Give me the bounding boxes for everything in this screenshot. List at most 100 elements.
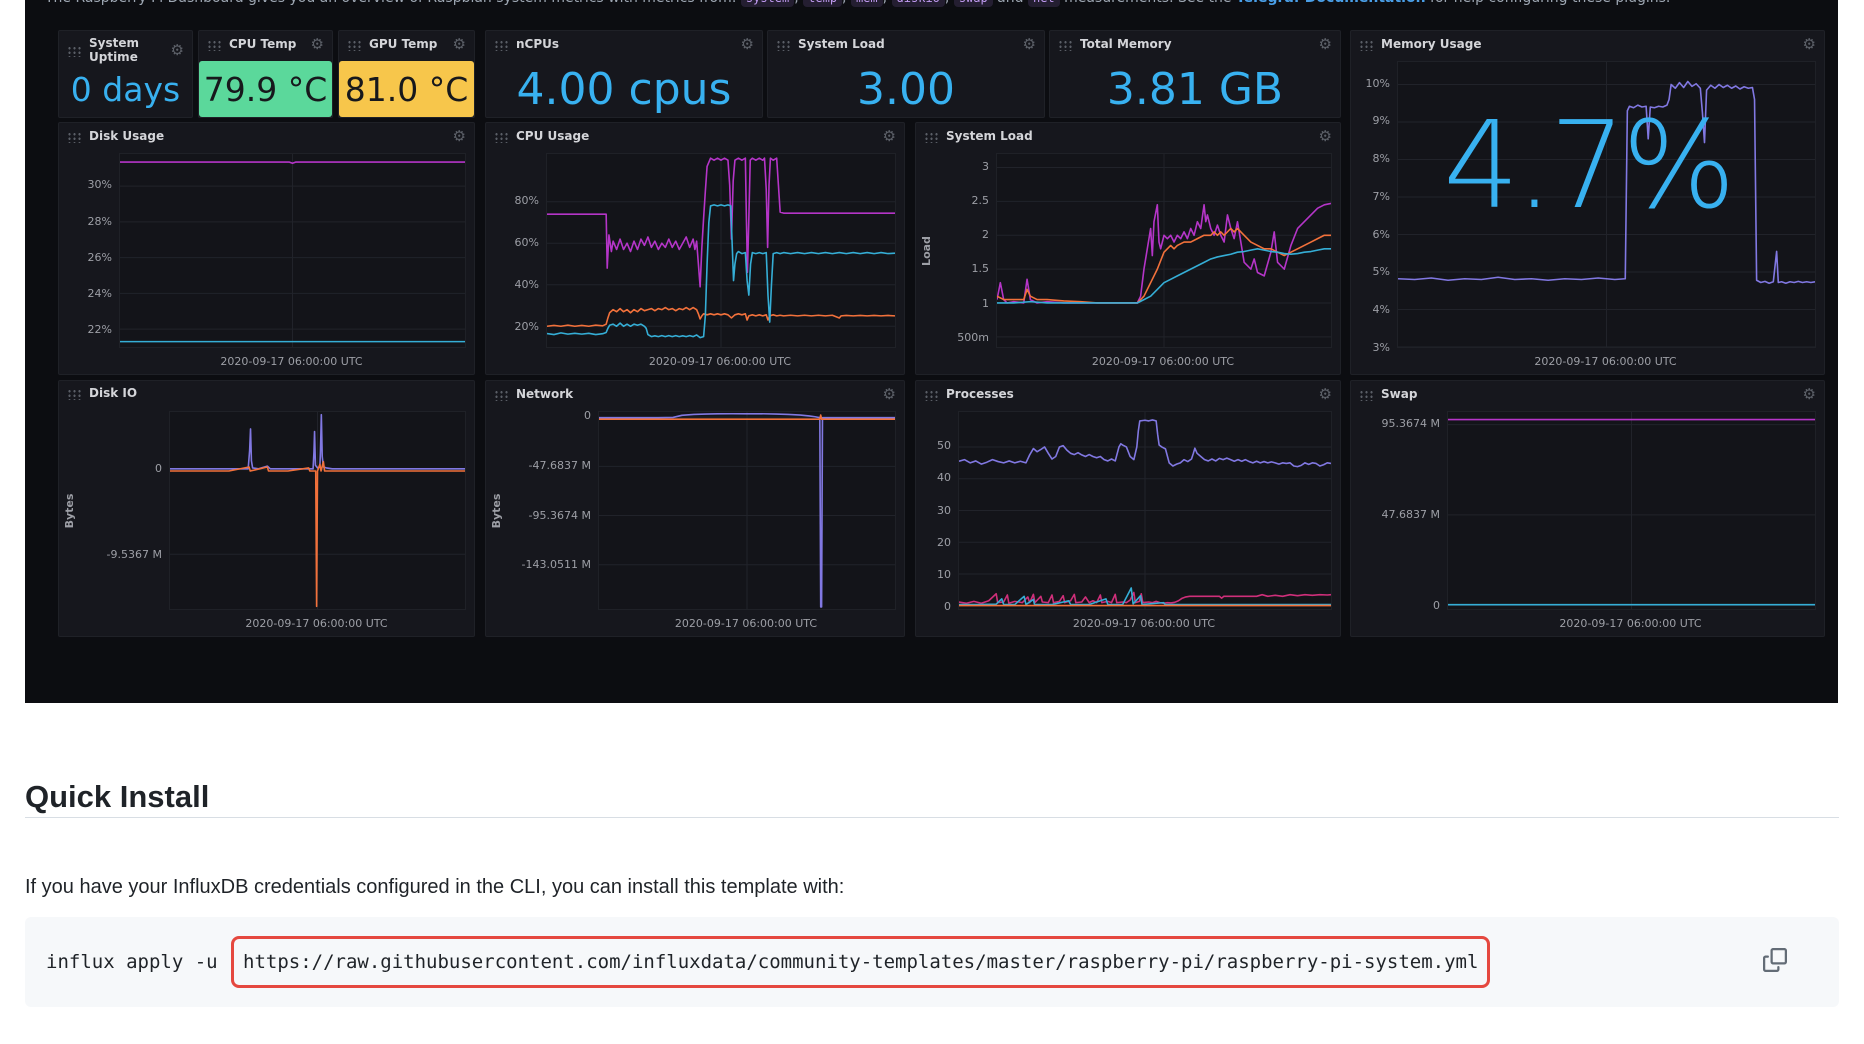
y-axis-tick: 24% (88, 287, 112, 300)
y-axis-label: Load (920, 236, 933, 266)
code-chip: temp (803, 0, 842, 7)
dashboard-screenshot[interactable]: The Raspberry Pi Dashboard gives you an … (25, 0, 1838, 703)
y-axis-tick: -9.5367 M (107, 548, 162, 561)
y-axis-tick: 2.5 (972, 194, 990, 207)
drag-handle-icon (776, 39, 791, 51)
y-axis-tick: -143.0511 M (522, 558, 591, 571)
chart-plot (958, 411, 1332, 610)
panel-processes: Processes ⚙ 50403020100 2020-09-17 06:00… (915, 380, 1341, 637)
stat-value: 79.9 °C (204, 70, 328, 109)
y-axis-tick: 10 (937, 568, 951, 581)
panel-title: Swap (1381, 388, 1417, 402)
y-axis-tick: 50 (937, 439, 951, 452)
panel-title: Memory Usage (1381, 38, 1481, 52)
y-axis-tick: 40% (515, 278, 539, 291)
gear-icon: ⚙ (171, 43, 184, 58)
code-url: https://raw.githubusercontent.com/influx… (243, 951, 1478, 973)
y-axis-tick: 28% (88, 215, 112, 228)
x-axis-date: 2020-09-17 06:00:00 UTC (958, 617, 1330, 630)
drag-handle-icon (67, 388, 82, 400)
stat-value: 3.81 GB (1050, 61, 1340, 117)
panel-system-load-chart: System Load ⚙ 32.521.51500mLoad 2020-09-… (915, 122, 1341, 375)
code-chip: diskio (892, 0, 945, 7)
stat-value: 3.00 (768, 61, 1044, 117)
panel-total-memory: Total Memory ⚙ 3.81 GB (1049, 30, 1341, 118)
gear-icon: ⚙ (1319, 129, 1332, 144)
panel-memory-usage: Memory Usage ⚙ 10%9%8%7%6%5%4%3% 4.7% 20… (1350, 30, 1825, 375)
y-axis-tick: 0 (155, 462, 162, 475)
y-axis-tick: 20% (515, 320, 539, 333)
gear-icon: ⚙ (883, 387, 896, 402)
chart-plot (1397, 61, 1816, 348)
panel-system-uptime: System Uptime ⚙ 0 days (58, 30, 193, 118)
drag-handle-icon (494, 131, 509, 143)
install-code-block: influx apply -u https://raw.githubuserco… (25, 917, 1839, 1007)
chart-plot (1447, 411, 1816, 610)
y-axis-tick: 6% (1373, 228, 1390, 241)
y-axis-label: Bytes (63, 493, 76, 528)
drag-handle-icon (924, 389, 939, 401)
panel-gpu-temp: GPU Temp ⚙ 81.0 °C (338, 30, 475, 118)
drag-handle-icon (207, 39, 222, 51)
chart-plot (996, 153, 1332, 348)
code-command: influx apply -u (46, 951, 229, 973)
url-annotation-box: https://raw.githubusercontent.com/influx… (231, 936, 1490, 988)
code-chip: system (741, 0, 794, 7)
panel-system-load-stat: System Load ⚙ 3.00 (767, 30, 1045, 118)
heading-divider (25, 817, 1839, 818)
y-axis-tick: 0 (1433, 599, 1440, 612)
telegraf-docs-link: Telegraf Documentation (1236, 0, 1426, 6)
panel-title: Disk Usage (89, 130, 164, 144)
panel-title: Network (516, 388, 573, 402)
y-axis-tick: 7% (1373, 190, 1390, 203)
y-axis-tick: 0 (584, 409, 591, 422)
quick-install-heading: Quick Install (25, 779, 209, 815)
x-axis-date: 2020-09-17 06:00:00 UTC (169, 617, 464, 630)
gear-icon: ⚙ (453, 37, 466, 52)
code-chip: swap (954, 0, 993, 7)
github-readme-page: The Raspberry Pi Dashboard gives you an … (0, 0, 1864, 1044)
chart-plot (598, 411, 896, 610)
stat-value: 4.00 cpus (486, 61, 762, 117)
y-axis-tick: 3% (1373, 341, 1390, 354)
chart-plot (169, 411, 466, 610)
y-axis-tick: 8% (1373, 152, 1390, 165)
code-chip: net (1028, 0, 1060, 7)
panel-title: nCPUs (516, 38, 559, 52)
x-axis-date: 2020-09-17 06:00:00 UTC (1447, 617, 1814, 630)
y-axis-tick: 10% (1366, 77, 1390, 90)
chart-plot (546, 153, 896, 348)
y-axis-tick: 95.3674 M (1382, 417, 1440, 430)
panel-cpu-usage: CPU Usage ⚙ 80%60%40%20% 2020-09-17 06:0… (485, 122, 905, 375)
drag-handle-icon (924, 131, 939, 143)
y-axis-tick: 80% (515, 194, 539, 207)
y-axis-tick: 3 (982, 160, 989, 173)
panel-title: CPU Usage (516, 130, 589, 144)
x-axis-date: 2020-09-17 06:00:00 UTC (1397, 355, 1814, 368)
panel-title: CPU Temp (229, 38, 296, 52)
panel-title: Disk IO (89, 387, 137, 401)
gear-icon: ⚙ (883, 129, 896, 144)
stat-value-background: 79.9 °C (199, 61, 332, 117)
gear-icon: ⚙ (311, 37, 324, 52)
panel-title: Total Memory (1080, 38, 1172, 52)
panel-disk-usage: Disk Usage ⚙ 30%28%26%24%22% 2020-09-17 … (58, 122, 475, 375)
dashboard-description: The Raspberry Pi Dashboard gives you an … (45, 0, 1670, 6)
y-axis-tick: -95.3674 M (529, 509, 591, 522)
y-axis-label: Bytes (490, 493, 503, 528)
y-axis-tick: 5% (1373, 265, 1390, 278)
gear-icon: ⚙ (1319, 37, 1332, 52)
gear-icon: ⚙ (1803, 37, 1816, 52)
copy-button[interactable] (1762, 948, 1788, 974)
y-axis-tick: 26% (88, 251, 112, 264)
panel-title: System Load (798, 38, 885, 52)
panel-disk-io: Disk IO ⚙ 0-9.5367 MBytes 2020-09-17 06:… (58, 380, 475, 637)
y-axis-tick: 1.5 (972, 262, 990, 275)
drag-handle-icon (67, 45, 82, 57)
stat-value-background: 81.0 °C (339, 61, 474, 117)
drag-handle-icon (494, 389, 509, 401)
y-axis-tick: 47.6837 M (1382, 508, 1440, 521)
y-axis-tick: 0 (944, 600, 951, 613)
panel-title: GPU Temp (369, 38, 437, 52)
x-axis-date: 2020-09-17 06:00:00 UTC (119, 355, 464, 368)
